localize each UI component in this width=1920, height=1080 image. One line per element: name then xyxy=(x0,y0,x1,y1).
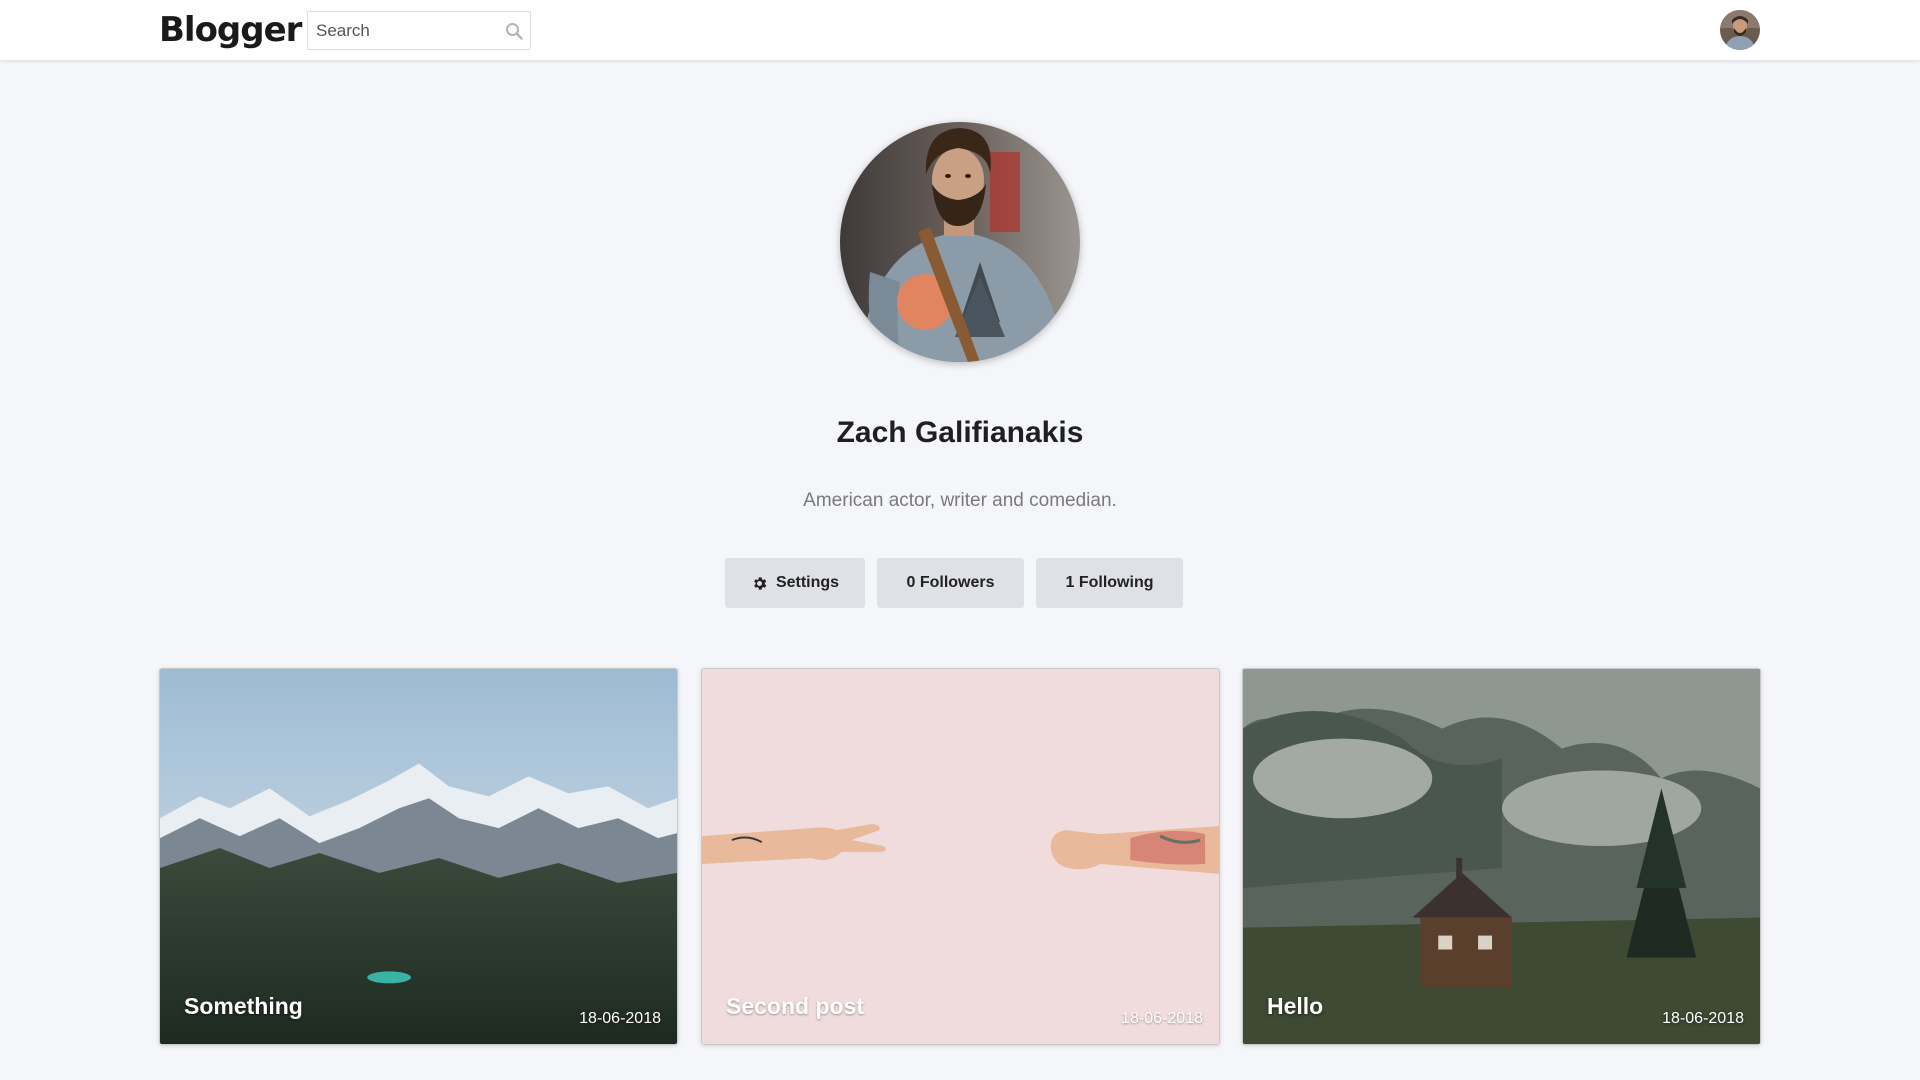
settings-label: Settings xyxy=(775,574,840,591)
following-label: 1 Following xyxy=(1065,574,1154,591)
settings-button[interactable]: Settings xyxy=(725,558,865,608)
post-title[interactable]: Hello xyxy=(1267,993,1323,1020)
post-date: 18-06-2018 xyxy=(579,1010,661,1027)
post-card[interactable]: Something 18-06-2018 xyxy=(159,668,678,1045)
post-date: 18-06-2018 xyxy=(1121,1010,1203,1027)
blogger-logo[interactable]: Blogger xyxy=(159,10,302,50)
search-input[interactable] xyxy=(308,12,498,49)
post-title[interactable]: Second post xyxy=(726,993,864,1020)
following-button[interactable]: 1 Following xyxy=(1036,558,1183,608)
user-avatar[interactable] xyxy=(1720,10,1760,50)
profile-photo xyxy=(840,122,1080,362)
search-icon[interactable] xyxy=(504,21,524,41)
followers-button[interactable]: 0 Followers xyxy=(877,558,1024,608)
post-card[interactable]: Hello 18-06-2018 xyxy=(1242,668,1761,1045)
search-box[interactable] xyxy=(307,11,531,50)
top-navigation-bar: Blogger xyxy=(0,0,1920,60)
gear-icon xyxy=(754,576,767,590)
post-title[interactable]: Something xyxy=(184,993,303,1020)
profile-name: Zach Galifianakis xyxy=(836,416,1084,449)
post-image-cabin xyxy=(1243,669,1760,1044)
followers-label: 0 Followers xyxy=(906,574,995,591)
post-date: 18-06-2018 xyxy=(1662,1010,1744,1027)
profile-bio: American actor, writer and comedian. xyxy=(803,490,1117,511)
post-image-mountains xyxy=(160,669,677,1044)
profile-actions: Settings 0 Followers 1 Following xyxy=(0,558,1920,608)
post-image-hands xyxy=(702,669,1219,1044)
post-card[interactable]: Second post 18-06-2018 xyxy=(701,668,1220,1045)
